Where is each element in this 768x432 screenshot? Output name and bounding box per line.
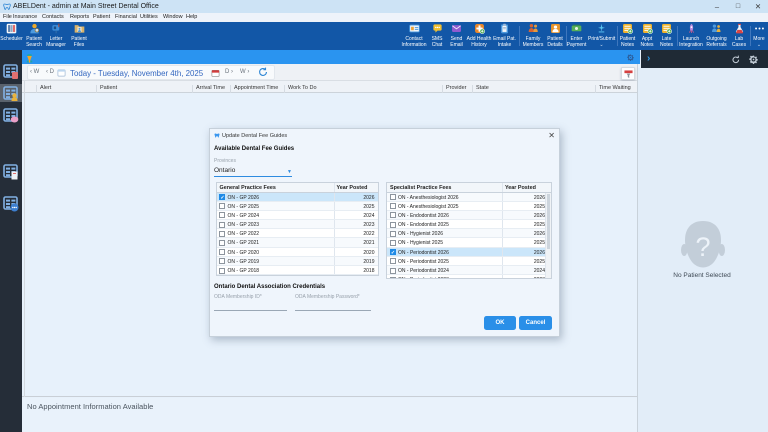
svg-text:?: ? [695, 232, 710, 262]
